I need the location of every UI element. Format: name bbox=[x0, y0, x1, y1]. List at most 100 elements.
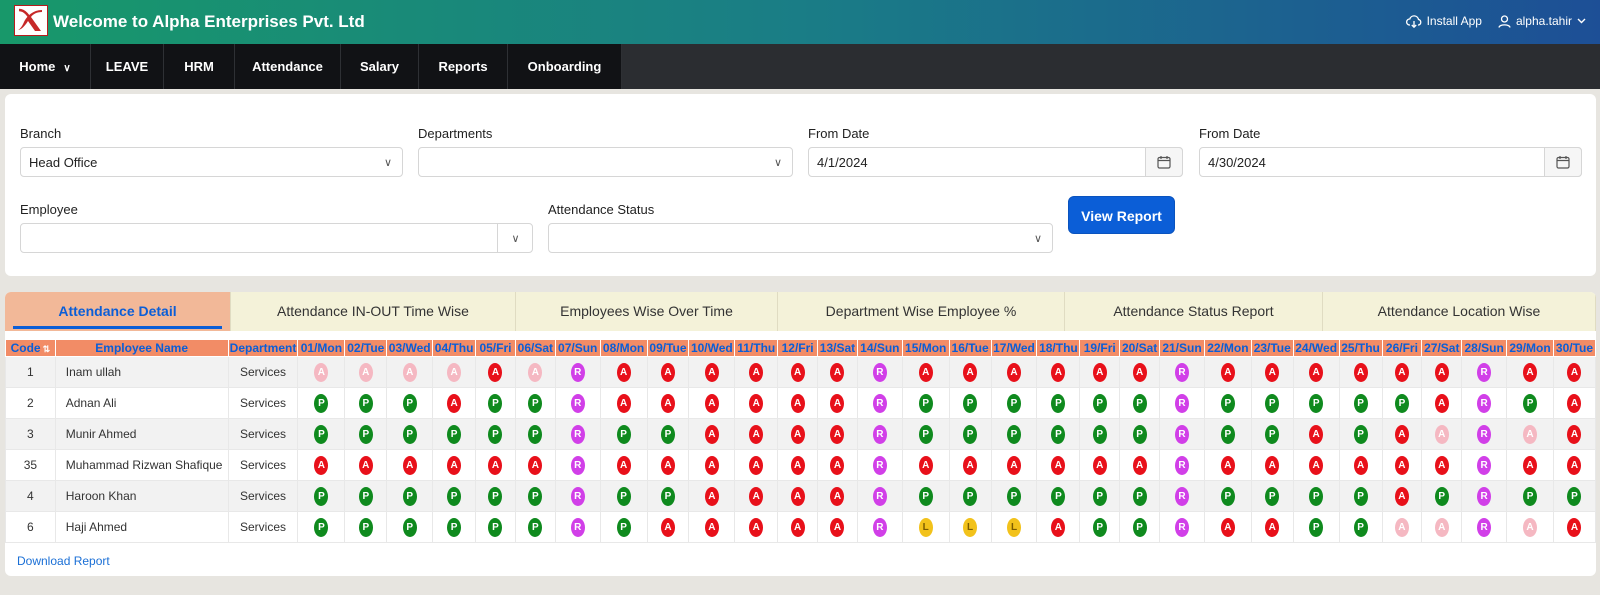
attendance-status-badge[interactable]: A bbox=[1220, 362, 1235, 382]
attendance-status-badge[interactable]: R bbox=[570, 362, 585, 382]
attendance-status-badge[interactable]: P bbox=[918, 393, 933, 413]
user-menu[interactable]: alpha.tahir bbox=[1498, 14, 1586, 28]
attendance-status-badge[interactable]: P bbox=[402, 517, 417, 537]
attendance-status-badge[interactable]: A bbox=[1523, 362, 1538, 382]
attendance-status-badge[interactable]: A bbox=[1434, 455, 1449, 475]
to-date-input[interactable]: 4/30/2024 bbox=[1199, 147, 1582, 177]
attendance-status-badge[interactable]: A bbox=[749, 424, 764, 444]
attendance-status-badge[interactable]: P bbox=[1434, 486, 1449, 506]
attendance-status-badge[interactable]: P bbox=[528, 424, 543, 444]
attendance-status-badge[interactable]: P bbox=[314, 393, 329, 413]
employee-select[interactable]: ∨ bbox=[20, 223, 533, 253]
attendance-status-badge[interactable]: A bbox=[704, 517, 719, 537]
attendance-status-badge[interactable]: L bbox=[1007, 517, 1021, 537]
attendance-status-badge[interactable]: P bbox=[616, 517, 631, 537]
attendance-status-badge[interactable]: A bbox=[749, 362, 764, 382]
attendance-status-badge[interactable]: A bbox=[1394, 362, 1409, 382]
attendance-status-badge[interactable]: A bbox=[1265, 455, 1280, 475]
attendance-status-badge[interactable]: P bbox=[1309, 393, 1324, 413]
attendance-status-badge[interactable]: A bbox=[1309, 424, 1324, 444]
attendance-status-badge[interactable]: L bbox=[918, 517, 933, 537]
attendance-status-badge[interactable]: A bbox=[616, 362, 631, 382]
nav-attendance[interactable]: Attendance bbox=[235, 44, 341, 89]
attendance-status-badge[interactable]: P bbox=[488, 517, 503, 537]
nav-onboarding[interactable]: Onboarding bbox=[508, 44, 622, 89]
attendance-status-badge[interactable]: A bbox=[704, 455, 719, 475]
tab-attendance-status[interactable]: Attendance Status Report bbox=[1065, 292, 1323, 331]
attendance-status-badge[interactable]: P bbox=[528, 486, 543, 506]
attendance-status-badge[interactable]: A bbox=[749, 486, 764, 506]
attendance-status-badge[interactable]: A bbox=[1567, 517, 1582, 537]
attendance-status-badge[interactable]: R bbox=[1175, 517, 1189, 537]
attendance-status-badge[interactable]: P bbox=[1051, 424, 1066, 444]
attendance-status-badge[interactable]: A bbox=[314, 455, 329, 475]
attendance-status-badge[interactable]: P bbox=[1523, 393, 1538, 413]
attendance-status-badge[interactable]: R bbox=[570, 455, 585, 475]
attendance-status-badge[interactable]: P bbox=[1265, 424, 1280, 444]
nav-home[interactable]: Home ∨ bbox=[0, 44, 91, 89]
attendance-status-badge[interactable]: A bbox=[616, 393, 631, 413]
attendance-status-badge[interactable]: P bbox=[1265, 393, 1280, 413]
attendance-status-badge[interactable]: P bbox=[447, 517, 462, 537]
attendance-status-badge[interactable]: P bbox=[314, 424, 329, 444]
attendance-status-badge[interactable]: A bbox=[1394, 424, 1409, 444]
attendance-status-badge[interactable]: A bbox=[1434, 424, 1449, 444]
attendance-status-badge[interactable]: P bbox=[1523, 486, 1538, 506]
from-date-picker-button[interactable] bbox=[1145, 147, 1183, 177]
attendance-status-badge[interactable]: P bbox=[963, 393, 978, 413]
attendance-status-badge[interactable]: P bbox=[1132, 424, 1147, 444]
attendance-status-badge[interactable]: A bbox=[1265, 517, 1280, 537]
attendance-status-badge[interactable]: P bbox=[528, 517, 543, 537]
attendance-status-badge[interactable]: P bbox=[616, 486, 631, 506]
attendance-status-badge[interactable]: A bbox=[1523, 455, 1538, 475]
attendance-status-badge[interactable]: A bbox=[1309, 362, 1324, 382]
attendance-status-badge[interactable]: R bbox=[872, 424, 887, 444]
to-date-picker-button[interactable] bbox=[1544, 147, 1582, 177]
install-app-button[interactable]: Install App bbox=[1405, 14, 1482, 28]
attendance-status-badge[interactable]: A bbox=[1051, 517, 1066, 537]
attendance-status-badge[interactable]: A bbox=[1265, 362, 1280, 382]
attendance-status-badge[interactable]: A bbox=[402, 362, 417, 382]
attendance-status-badge[interactable]: R bbox=[872, 517, 887, 537]
attendance-status-badge[interactable]: P bbox=[1007, 486, 1021, 506]
attendance-status-badge[interactable]: R bbox=[1477, 424, 1492, 444]
attendance-status-badge[interactable]: P bbox=[1567, 486, 1582, 506]
attendance-status-badge[interactable]: A bbox=[1567, 362, 1582, 382]
branch-select[interactable]: Head Office ∨ bbox=[20, 147, 403, 177]
attendance-status-badge[interactable]: P bbox=[1265, 486, 1280, 506]
attendance-status-badge[interactable]: A bbox=[528, 362, 543, 382]
attendance-status-badge[interactable]: R bbox=[1175, 362, 1189, 382]
attendance-status-badge[interactable]: P bbox=[660, 424, 675, 444]
attendance-status-badge[interactable]: P bbox=[1309, 486, 1324, 506]
attendance-status-badge[interactable]: P bbox=[402, 486, 417, 506]
attendance-status-badge[interactable]: A bbox=[1523, 517, 1538, 537]
attendance-status-badge[interactable]: P bbox=[1092, 517, 1107, 537]
attendance-status-badge[interactable]: A bbox=[1394, 455, 1409, 475]
attendance-status-badge[interactable]: A bbox=[447, 362, 462, 382]
attendance-status-badge[interactable]: A bbox=[790, 424, 805, 444]
attendance-status-badge[interactable]: A bbox=[1051, 455, 1066, 475]
attendance-status-badge[interactable]: R bbox=[1175, 393, 1189, 413]
attendance-status-badge[interactable]: P bbox=[358, 424, 373, 444]
column-header-department[interactable]: Department bbox=[227, 339, 299, 357]
attendance-status-badge[interactable]: P bbox=[1309, 517, 1324, 537]
attendance-status-badge[interactable]: A bbox=[704, 393, 719, 413]
attendance-status-badge[interactable]: P bbox=[528, 393, 543, 413]
employee-dropdown-toggle[interactable]: ∨ bbox=[497, 223, 533, 253]
attendance-status-badge[interactable]: A bbox=[1220, 455, 1235, 475]
attendance-status-badge[interactable]: A bbox=[830, 455, 845, 475]
attendance-status-badge[interactable]: P bbox=[1220, 393, 1235, 413]
attendance-status-badge[interactable]: P bbox=[488, 424, 503, 444]
attendance-status-badge[interactable]: A bbox=[1353, 455, 1368, 475]
attendance-status-badge[interactable]: R bbox=[872, 486, 887, 506]
attendance-status-badge[interactable]: P bbox=[1051, 486, 1066, 506]
attendance-status-badge[interactable]: A bbox=[1007, 362, 1021, 382]
attendance-status-badge[interactable]: L bbox=[963, 517, 978, 537]
attendance-status-badge[interactable]: A bbox=[704, 486, 719, 506]
attendance-status-select[interactable]: ∨ bbox=[548, 223, 1053, 253]
attendance-status-badge[interactable]: A bbox=[749, 455, 764, 475]
attendance-status-badge[interactable]: P bbox=[358, 393, 373, 413]
attendance-status-badge[interactable]: P bbox=[1353, 517, 1368, 537]
attendance-status-badge[interactable]: P bbox=[1092, 393, 1107, 413]
download-report-link[interactable]: Download Report bbox=[17, 554, 110, 568]
